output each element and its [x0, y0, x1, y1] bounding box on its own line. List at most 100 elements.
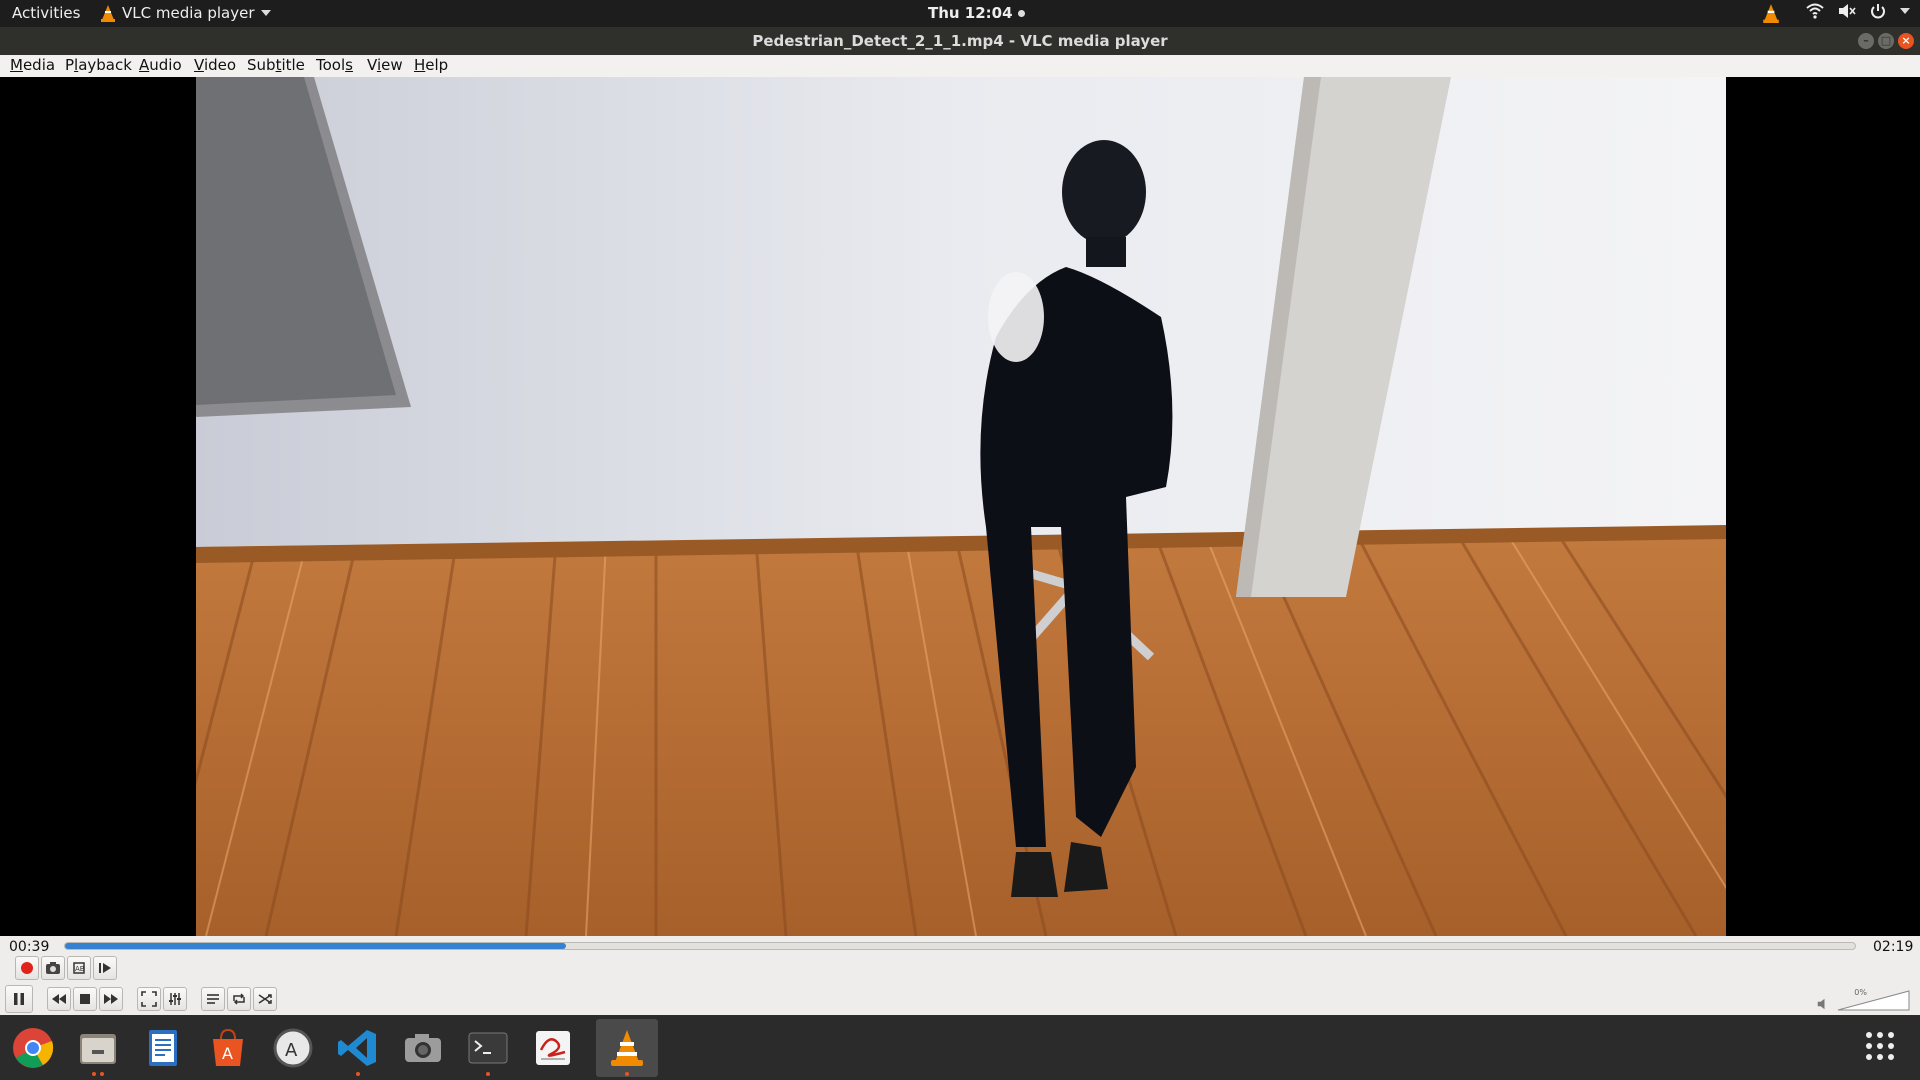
seek-progress — [65, 943, 567, 949]
menu-audio[interactable]: Audio — [139, 56, 182, 74]
chevron-down-icon — [260, 10, 271, 16]
svg-text:AB: AB — [75, 965, 85, 973]
volume-muted-icon — [1839, 4, 1856, 18]
elapsed-time: 00:39 — [9, 939, 50, 955]
show-applications-icon[interactable] — [1866, 1032, 1894, 1060]
playlist-button[interactable] — [201, 987, 225, 1011]
vlc-dock-icon — [611, 1030, 643, 1066]
dock-text-editor[interactable] — [134, 1019, 192, 1077]
menu-tools[interactable]: Tools — [316, 56, 353, 74]
video-area[interactable] — [0, 77, 1920, 936]
loop-ab-icon: AB — [73, 962, 85, 974]
dock-vlc[interactable] — [596, 1019, 658, 1077]
equalizer-icon — [169, 993, 181, 1005]
stop-button[interactable] — [73, 987, 97, 1011]
text-editor-icon — [149, 1030, 177, 1066]
window-title-bar[interactable]: Pedestrian_Detect_2_1_1.mp4 - VLC media … — [0, 27, 1920, 55]
dock-chrome[interactable] — [4, 1019, 62, 1077]
pause-button[interactable] — [5, 985, 33, 1013]
loop-button[interactable] — [227, 987, 251, 1011]
activities-button[interactable]: Activities — [12, 4, 80, 22]
dock-software-updater[interactable]: A — [264, 1019, 322, 1077]
menu-playback[interactable]: Playback — [65, 56, 132, 74]
seek-slider[interactable] — [64, 942, 1856, 950]
menu-view-label: View — [367, 56, 403, 74]
vlc-tray-icon[interactable] — [1762, 3, 1780, 27]
frame-by-frame-button[interactable] — [93, 956, 117, 980]
volume-wedge — [1837, 990, 1910, 1011]
minimize-button[interactable]: – — [1858, 33, 1874, 49]
extended-settings-button[interactable] — [163, 987, 187, 1011]
pause-icon — [14, 993, 24, 1005]
fullscreen-icon — [141, 991, 157, 1007]
menu-help-label: Help — [414, 56, 449, 74]
wifi-icon — [1806, 3, 1824, 19]
close-button[interactable]: × — [1898, 33, 1914, 49]
video-frame[interactable] — [196, 77, 1726, 936]
power-icon — [1871, 4, 1885, 19]
dock-software-center[interactable]: A — [199, 1019, 257, 1077]
record-icon — [21, 962, 33, 974]
vscode-icon — [338, 1030, 376, 1066]
next-button[interactable] — [99, 987, 123, 1011]
menu-subtitle[interactable]: Subtitle — [247, 56, 305, 74]
svg-text:A: A — [222, 1044, 233, 1063]
menu-bar: Media Playback Audio Video Subtitle Tool… — [0, 55, 1920, 77]
terminal-icon — [468, 1032, 508, 1064]
menu-help[interactable]: Help — [414, 56, 448, 74]
playlist-icon — [207, 994, 219, 1004]
menu-video[interactable]: Video — [194, 56, 236, 74]
camera-app-icon — [405, 1034, 441, 1062]
svg-text:A: A — [285, 1040, 298, 1061]
volume-percent: 0% — [1854, 988, 1867, 997]
volume-slider[interactable]: 0% — [1836, 988, 1911, 1012]
previous-button[interactable] — [47, 987, 71, 1011]
running-indicator — [69, 1072, 127, 1076]
frame-step-icon — [99, 963, 111, 973]
shuffle-icon — [258, 994, 272, 1004]
document-viewer-icon — [536, 1031, 570, 1065]
previous-icon — [52, 994, 66, 1004]
camera-icon — [46, 962, 60, 974]
app-menu[interactable]: VLC media player — [100, 4, 271, 22]
dock: A A — [0, 1015, 1920, 1080]
next-icon — [104, 994, 118, 1004]
stop-icon — [80, 994, 90, 1004]
maximize-button[interactable]: □ — [1878, 33, 1894, 49]
dock-terminal[interactable] — [459, 1019, 517, 1077]
chevron-down-icon — [1900, 8, 1910, 14]
menu-subtitle-label: Subtitle — [247, 56, 305, 74]
fullscreen-button[interactable] — [137, 987, 161, 1011]
playback-controls: 00:39 02:19 AB 0% — [0, 936, 1920, 1015]
menu-audio-label: Audio — [139, 56, 182, 74]
dock-document-viewer[interactable] — [524, 1019, 582, 1077]
running-indicator — [596, 1072, 658, 1076]
chrome-icon — [13, 1028, 54, 1068]
shuffle-button[interactable] — [253, 987, 277, 1011]
snapshot-button[interactable] — [41, 956, 65, 980]
files-icon — [80, 1034, 116, 1064]
shopping-bag-icon: A — [213, 1028, 243, 1066]
running-indicator — [329, 1072, 387, 1076]
menu-view[interactable]: View — [367, 56, 403, 74]
record-button[interactable] — [15, 956, 39, 980]
menu-video-label: Video — [194, 56, 237, 74]
menu-playback-label: Playback — [65, 56, 132, 74]
speaker-icon[interactable] — [1817, 998, 1829, 1010]
app-menu-label: VLC media player — [122, 4, 255, 22]
dock-vscode[interactable] — [329, 1019, 387, 1077]
running-indicator — [459, 1072, 517, 1076]
vlc-icon — [101, 5, 115, 22]
dock-screenshot[interactable] — [394, 1019, 452, 1077]
loop-icon — [233, 993, 245, 1005]
clock[interactable]: Thu 12:04 — [928, 4, 1025, 22]
gnome-top-bar: Activities VLC media player Thu 12:04 — [0, 0, 1920, 27]
menu-tools-label: Tools — [316, 56, 353, 74]
menu-media[interactable]: Media — [10, 56, 55, 74]
system-tray[interactable] — [1806, 3, 1910, 19]
clock-label: Thu 12:04 — [928, 4, 1013, 22]
loop-ab-button[interactable]: AB — [67, 956, 91, 980]
video-scene-illustration — [196, 77, 1726, 936]
menu-media-label: Media — [10, 56, 56, 74]
dock-files[interactable] — [69, 1019, 127, 1077]
